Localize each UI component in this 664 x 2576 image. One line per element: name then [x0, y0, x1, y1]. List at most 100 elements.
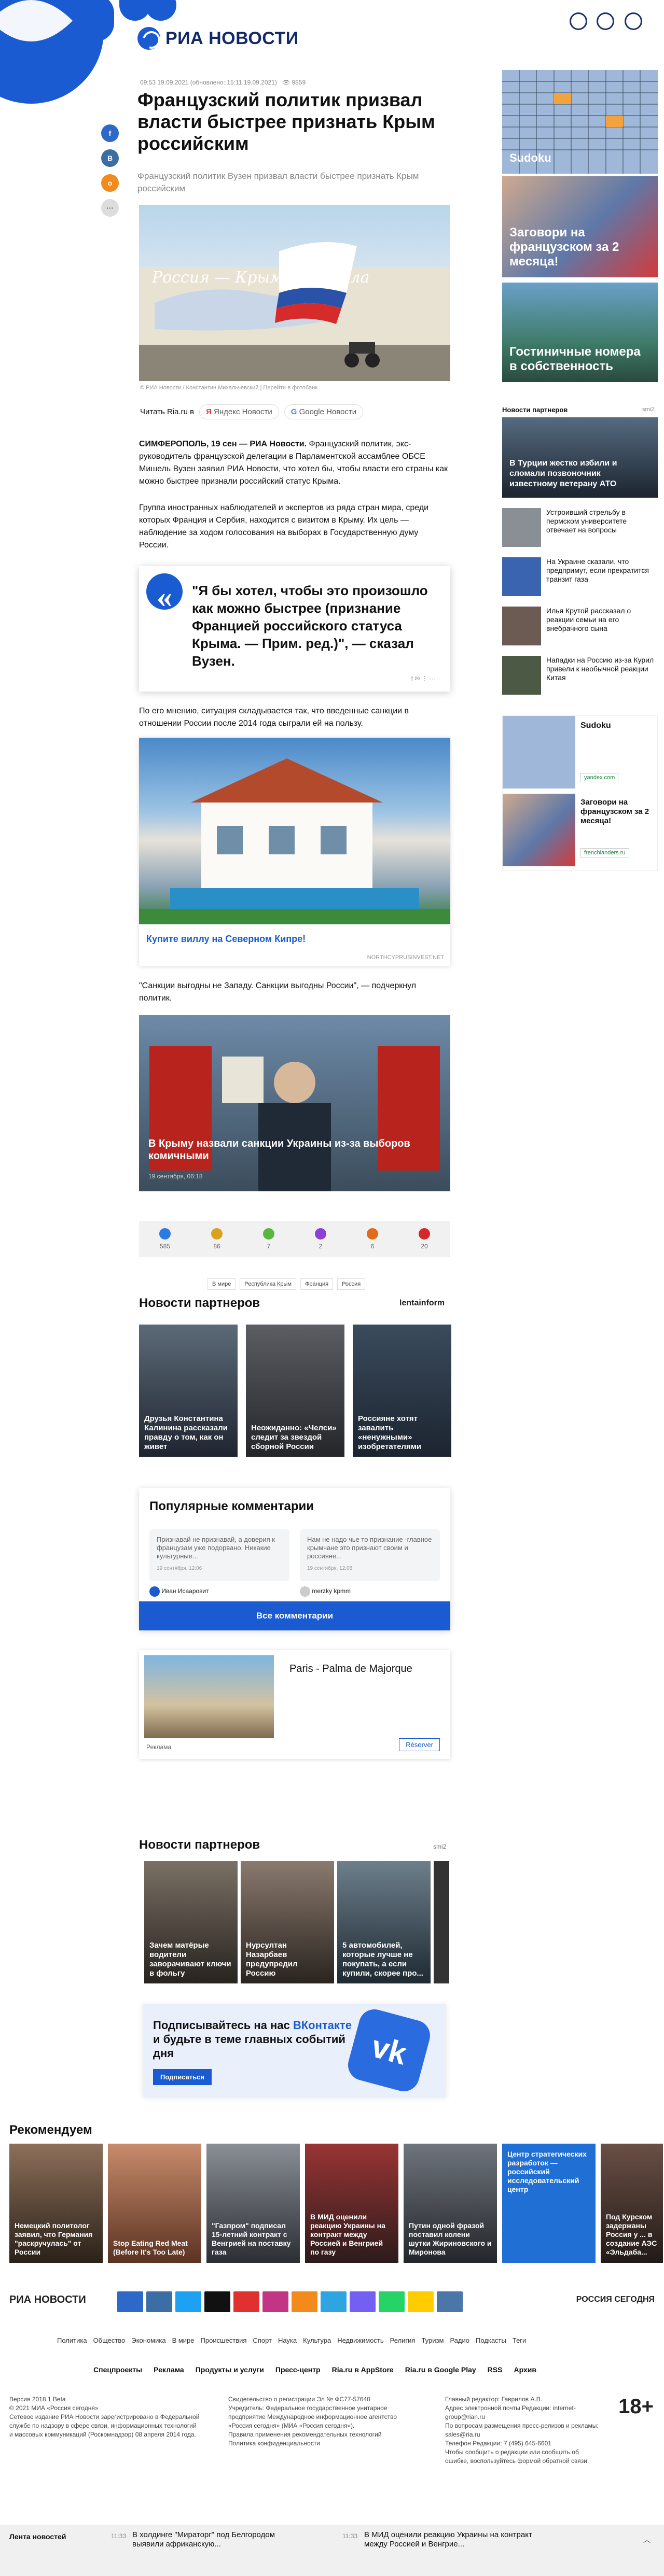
instagram-icon[interactable]: [262, 2291, 288, 2312]
tag[interactable]: Республика Крым: [240, 1278, 296, 1290]
ok-icon[interactable]: [292, 2291, 317, 2312]
footer-nav2-link[interactable]: Реклама: [154, 2366, 184, 2374]
footer-nav-link[interactable]: Подкасты: [476, 2336, 506, 2344]
tag[interactable]: Франция: [300, 1278, 334, 1290]
footer-nav-link[interactable]: Недвижимость: [337, 2336, 383, 2344]
recommended-card[interactable]: В МИД оценили реакцию Украины на контрак…: [305, 2144, 398, 2263]
article-image[interactable]: Россия — Крымская Мала: [139, 205, 450, 381]
google-news-button[interactable]: G Google Новости: [284, 404, 364, 419]
footer-nav2-link[interactable]: Пресс-центр: [275, 2366, 321, 2374]
vk-text-link[interactable]: ВКонтакте: [293, 2019, 352, 2032]
recommended-card[interactable]: Stop Eating Red Meat (Before It's Too La…: [108, 2144, 201, 2263]
site-logo[interactable]: РИА НОВОСТИ: [137, 27, 299, 50]
footer-nav2-link[interactable]: Ria.ru в AppStore: [332, 2366, 394, 2374]
sidebar-hotel-ad[interactable]: Гостиничные номера в собственность: [502, 283, 658, 382]
recommended-card[interactable]: Центр стратегических разработок — россий…: [502, 2144, 596, 2263]
vk-icon[interactable]: B: [101, 149, 119, 167]
footer-logo[interactable]: РИА НОВОСТИ: [9, 2294, 86, 2306]
lentainform-logo[interactable]: lentainform: [399, 1299, 445, 1308]
viber-icon[interactable]: [350, 2291, 376, 2312]
sidebar-sudoku2-image[interactable]: [503, 716, 575, 789]
more-share-icon[interactable]: ···: [101, 199, 119, 217]
sidebar-french2-image[interactable]: [503, 794, 575, 866]
sidebar-sudoku-ad[interactable]: Sudoku: [502, 70, 658, 174]
footer-nav-link[interactable]: Политика: [57, 2336, 87, 2344]
reaction-dislike[interactable]: 20: [419, 1228, 430, 1250]
footer-nav-link[interactable]: Наука: [278, 2336, 297, 2344]
facebook-icon[interactable]: [117, 2291, 143, 2312]
recommended-card[interactable]: Путин одной фразой поставил колени шутки…: [404, 2144, 497, 2263]
sidebar-news-item[interactable]: Илья Крутой рассказал о реакции семьи на…: [502, 607, 658, 645]
footer-nav-link[interactable]: Туризм: [421, 2336, 444, 2344]
sidebar-french2-label[interactable]: Заговори на французском за 2 месяца!: [580, 798, 653, 826]
smi2-logo[interactable]: smi2: [433, 1843, 446, 1850]
sidebar-french-ad[interactable]: Заговори на французском за 2 месяца!: [502, 176, 658, 277]
partner-news-card[interactable]: Неожиданно: «Челси» следит за звездой сб…: [246, 1325, 344, 1457]
reaction-like[interactable]: 585: [159, 1228, 171, 1250]
ad-flight[interactable]: Paris - Palma de Majorque Реклама Réserv…: [139, 1650, 450, 1759]
myworld-icon[interactable]: [437, 2291, 463, 2312]
footer-nav-link[interactable]: Культура: [303, 2336, 331, 2344]
sidebar-news-item[interactable]: Устроивший стрельбу в пермском университ…: [502, 508, 658, 547]
partner-news-card[interactable]: Нурсултан Назарбаев предупредил Россию: [241, 1861, 334, 1983]
footer-nav2-link[interactable]: RSS: [488, 2366, 503, 2374]
tiktok-icon[interactable]: [204, 2291, 230, 2312]
recommended-card[interactable]: Под Курском задержаны Россия у ... в соз…: [601, 2144, 663, 2263]
comment-card[interactable]: Нам не надо чье то признание -главное кр…: [300, 1529, 440, 1581]
news-ticker-label[interactable]: Лента новостей: [9, 2532, 66, 2541]
ad-villa-title[interactable]: Купите виллу на Северном Кипре!: [146, 934, 306, 945]
footer-nav2-link[interactable]: Архив: [514, 2366, 536, 2374]
footer-nav-link[interactable]: Экономика: [131, 2336, 165, 2344]
zen-icon[interactable]: [408, 2291, 434, 2312]
recommended-card[interactable]: Немецкий политолог заявил, что Германия …: [9, 2144, 103, 2263]
twitter-icon[interactable]: [175, 2291, 201, 2312]
partner-carousel-next[interactable]: [434, 1861, 449, 1983]
related-article-card[interactable]: В Крыму назвали санкции Украины из-за вы…: [139, 1015, 450, 1191]
quote-share-icons[interactable]: f ✉ ⋮ ···: [411, 675, 436, 682]
reaction-laugh[interactable]: 86: [211, 1228, 223, 1250]
all-comments-button[interactable]: Все комментарии: [139, 1601, 450, 1630]
reaction-sad[interactable]: 2: [315, 1228, 326, 1250]
sidebar-sudoku2-source[interactable]: yandex.com: [580, 773, 619, 782]
footer-nav-link[interactable]: Теги: [513, 2336, 526, 2344]
comment-author[interactable]: merzky kpmm: [300, 1586, 351, 1597]
footer-nav2-link[interactable]: Спецпроекты: [93, 2366, 142, 2374]
sidebar-smi2-logo[interactable]: smi2: [642, 405, 658, 414]
user-icon[interactable]: [570, 12, 587, 30]
comment-card[interactable]: Признавай не признавай, а доверия к фран…: [149, 1529, 289, 1581]
recommended-card[interactable]: "Газпром" подписал 15-летний контракт с …: [206, 2144, 300, 2263]
reaction-surprise[interactable]: 7: [263, 1228, 274, 1250]
footer-nav-link[interactable]: Происшествия: [201, 2336, 247, 2344]
footer-nav-link[interactable]: В мире: [172, 2336, 195, 2344]
sidebar-news-item[interactable]: На Украине сказали, что предпримут, если…: [502, 557, 658, 596]
whatsapp-icon[interactable]: [379, 2291, 405, 2312]
tag[interactable]: Россия: [337, 1278, 366, 1290]
sidebar-sudoku2-label[interactable]: Sudoku: [580, 721, 611, 730]
news-ticker-item[interactable]: В холдинге "Мираторг" под Белгородом выя…: [132, 2530, 303, 2549]
footer-nav-link[interactable]: Радио: [450, 2336, 469, 2344]
youtube-icon[interactable]: [233, 2291, 259, 2312]
footer-nav2-link[interactable]: Продукты и услуги: [196, 2366, 264, 2374]
partner-news-card[interactable]: 5 автомобилей, которые лучше не покупать…: [337, 1861, 431, 1983]
vk-icon[interactable]: [146, 2291, 172, 2312]
tag[interactable]: В мире: [208, 1278, 236, 1290]
partner-news-card[interactable]: Друзья Константина Калинина рассказали п…: [139, 1325, 238, 1457]
facebook-icon[interactable]: f: [101, 124, 119, 142]
news-ticker-item[interactable]: В МИД оценили реакцию Украины на контрак…: [364, 2530, 556, 2549]
chevron-up-icon[interactable]: ︿: [643, 2535, 651, 2545]
telegram-icon[interactable]: [321, 2291, 347, 2312]
sidebar-news-item[interactable]: Нападки на Россию из-за Курил привели к …: [502, 656, 658, 695]
ad-villa[interactable]: Купите виллу на Северном Кипре! NORTHCYP…: [139, 738, 450, 966]
footer-nav-link[interactable]: Спорт: [253, 2336, 272, 2344]
search-icon[interactable]: [597, 12, 614, 30]
sidebar-french2-source[interactable]: frenchlanders.ru: [580, 848, 629, 857]
rossiya-segodnya-logo[interactable]: РОССИЯ СЕГОДНЯ: [576, 2295, 655, 2304]
sidebar-featured-news[interactable]: В Турции жестко избили и сломали позвоно…: [502, 417, 658, 498]
ad-reserve-button[interactable]: Réserver: [399, 1738, 440, 1751]
chat-icon[interactable]: [625, 12, 642, 30]
footer-nav-link[interactable]: Религия: [390, 2336, 416, 2344]
vk-subscribe-button[interactable]: Подписаться: [153, 2069, 212, 2085]
partner-news-card[interactable]: Россияне хотят завалить «ненужными» изоб…: [353, 1325, 451, 1457]
partner-news-card[interactable]: Зачем матёрые водители заворачивают ключ…: [144, 1861, 238, 1983]
footer-nav-link[interactable]: Общество: [93, 2336, 126, 2344]
